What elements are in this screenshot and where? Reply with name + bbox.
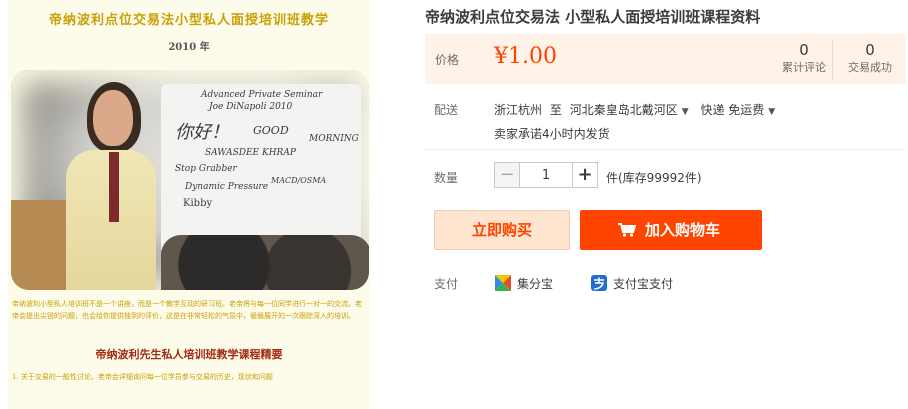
shipping-row: 浙江杭州 至 河北秦皇岛北戴河区 ▼ 快递 免运费 ▼ bbox=[494, 101, 783, 118]
board-line: SAWASDEE KHRAP bbox=[205, 148, 296, 158]
board-line: Dynamic Pressure bbox=[185, 182, 269, 192]
board-line: MORNING bbox=[309, 134, 359, 144]
board-line: 你好！ bbox=[175, 122, 229, 143]
price-panel: 价格 ¥1.00 0 累计评论 0 交易成功 bbox=[425, 34, 906, 84]
board-line: Joe DiNapoli 2010 bbox=[209, 102, 293, 112]
ship-method: 快递 免运费 bbox=[700, 103, 765, 117]
review-count: 0 bbox=[799, 41, 809, 59]
seminar-photo: Advanced Private Seminar Joe DiNapoli 20… bbox=[11, 70, 369, 290]
review-count-label: 累计评论 bbox=[782, 61, 826, 74]
caret-down-icon: ▼ bbox=[768, 107, 776, 117]
audience bbox=[161, 235, 369, 290]
stat-divider bbox=[832, 39, 833, 79]
image-year: 2010 年 bbox=[168, 42, 210, 53]
image-subtitle: 帝纳波利先生私人培训班教学课程精要 bbox=[95, 348, 283, 361]
trade-count: 0 bbox=[865, 41, 875, 59]
ship-to-word: 至 bbox=[549, 103, 562, 117]
buy-now-button[interactable]: 立即购买 bbox=[434, 210, 570, 250]
divider bbox=[425, 149, 906, 150]
price-value: ¥1.00 bbox=[494, 44, 557, 69]
board-line: Kibby bbox=[183, 198, 213, 209]
payment-method-label: 集分宝 bbox=[517, 277, 554, 291]
jifenbao-icon bbox=[495, 275, 511, 291]
quantity-stepper: − + bbox=[494, 162, 598, 188]
image-paragraph: 帝纳波利小型私人培训班不是一个讲座，而是一个教学互动的研习班。老帝将与每一位同学… bbox=[12, 300, 362, 320]
price-label: 价格 bbox=[435, 53, 460, 67]
payment-method-label: 支付宝支付 bbox=[613, 277, 674, 291]
image-list-item: 1. 关于交易的一般性讨论。老帝会详细询问每一位学员参与交易的历史，现状和问题 bbox=[12, 373, 273, 381]
add-to-cart-button[interactable]: 加入购物车 bbox=[580, 210, 762, 250]
product-main-image[interactable]: 帝纳波利点位交易法小型私人面授培训班教学 2010 年 Advanced Pri… bbox=[8, 0, 370, 409]
ship-origin: 浙江杭州 bbox=[494, 103, 543, 117]
trade-count-label: 交易成功 bbox=[848, 61, 892, 74]
stock-text: 件(库存99992件) bbox=[606, 171, 702, 185]
trade-count-stat[interactable]: 0 交易成功 bbox=[838, 40, 902, 76]
board-line: GOOD bbox=[253, 124, 289, 137]
ship-destination: 河北秦皇岛北戴河区 bbox=[569, 103, 678, 117]
cart-icon bbox=[618, 223, 636, 237]
ship-method-select[interactable]: 快递 免运费 ▼ bbox=[700, 103, 779, 117]
presenter-tie bbox=[109, 152, 119, 222]
ship-destination-select[interactable]: 河北秦皇岛北戴河区 ▼ bbox=[570, 103, 693, 117]
quantity-input[interactable] bbox=[519, 162, 573, 188]
quantity-label: 数量 bbox=[434, 171, 459, 185]
alipay-icon bbox=[591, 275, 607, 291]
shipping-label: 配送 bbox=[434, 103, 459, 117]
board-line: Advanced Private Seminar bbox=[201, 90, 323, 100]
add-to-cart-label: 加入购物车 bbox=[645, 221, 721, 239]
ship-promise: 卖家承诺4小时内发货 bbox=[494, 127, 610, 141]
quantity-increase-button[interactable]: + bbox=[572, 162, 598, 188]
product-title: 帝纳波利点位交易法 小型私人面授培训班课程资料 bbox=[425, 8, 761, 26]
image-banner-title: 帝纳波利点位交易法小型私人面授培训班教学 bbox=[48, 13, 329, 28]
board-line: MACD/OSMA bbox=[271, 176, 327, 185]
review-count-stat[interactable]: 0 累计评论 bbox=[772, 40, 836, 76]
whiteboard: Advanced Private Seminar Joe DiNapoli 20… bbox=[161, 84, 361, 254]
caret-down-icon: ▼ bbox=[681, 107, 689, 117]
payment-label: 支付 bbox=[434, 277, 459, 291]
board-line: Stop Grabber bbox=[175, 164, 237, 174]
quantity-decrease-button[interactable]: − bbox=[494, 162, 520, 188]
presenter-head bbox=[93, 90, 133, 146]
